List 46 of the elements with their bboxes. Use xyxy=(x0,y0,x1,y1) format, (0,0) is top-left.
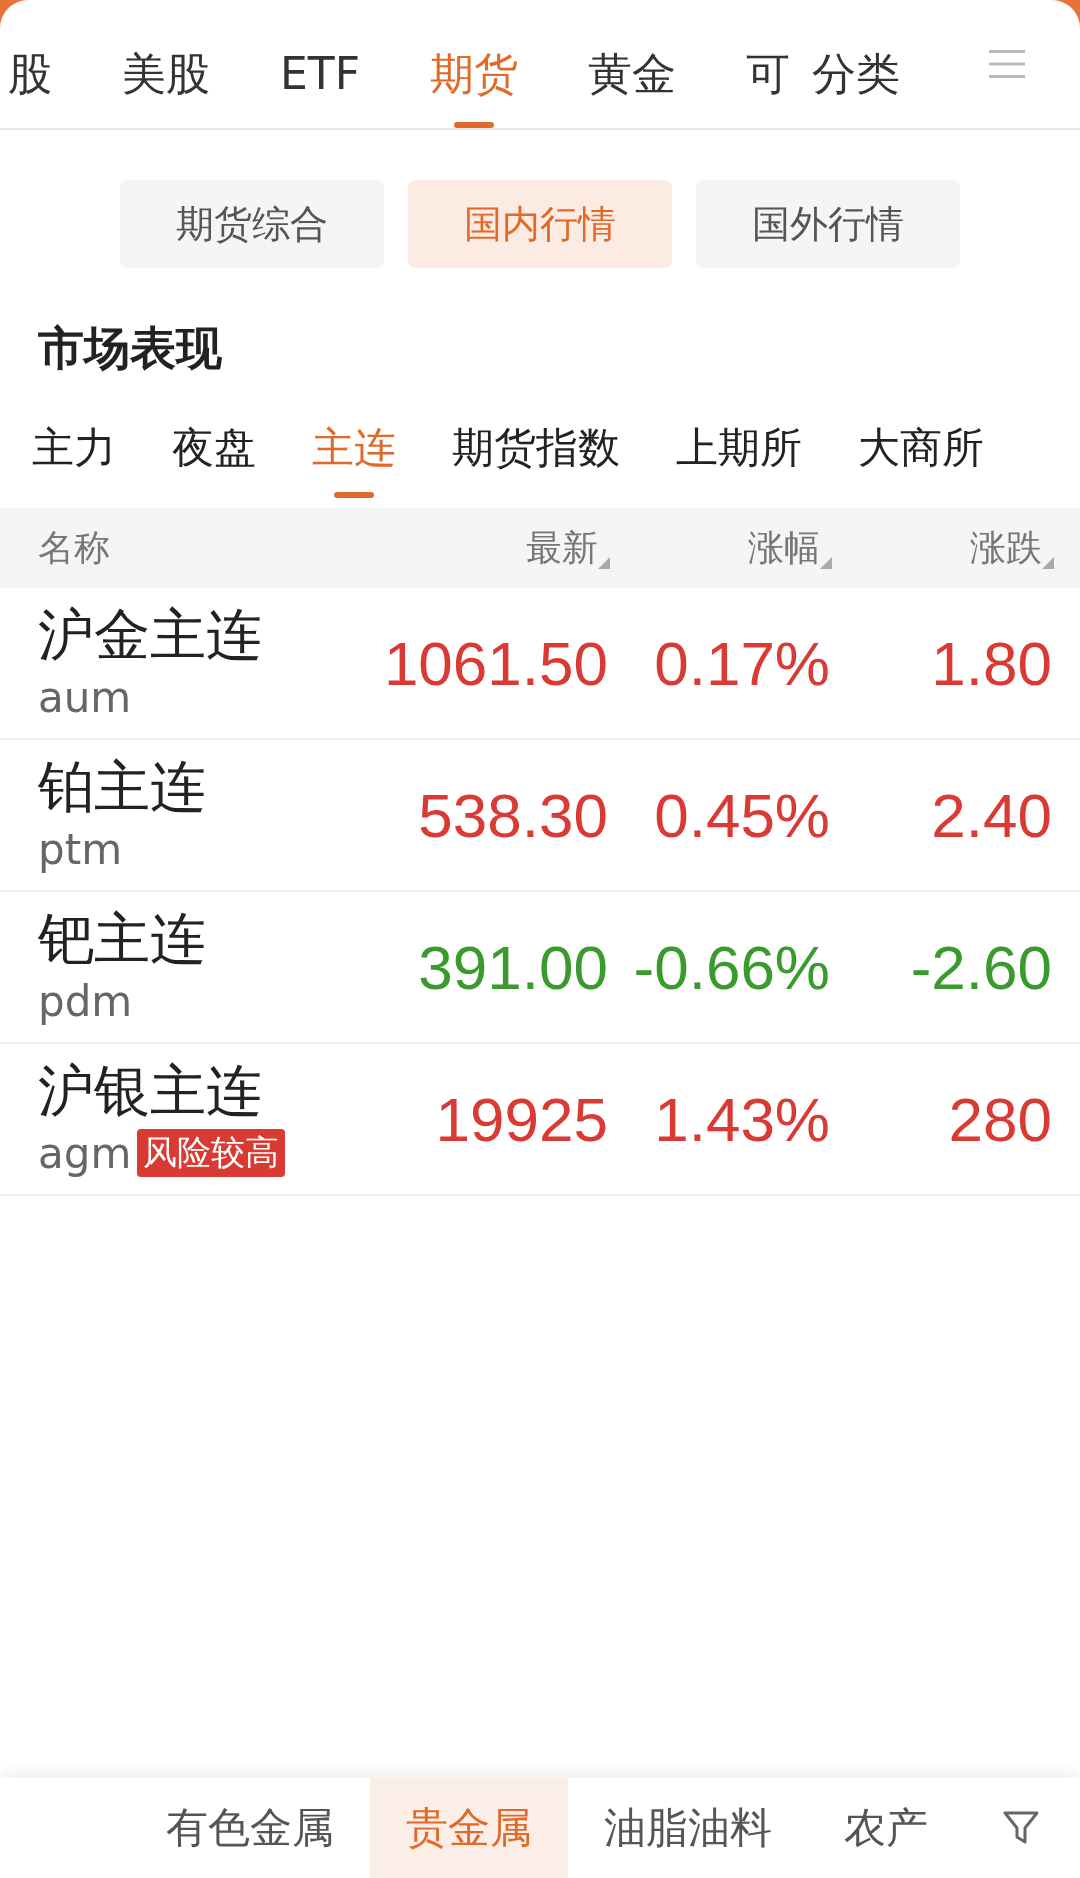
top-tab[interactable]: 黄金 xyxy=(588,46,676,128)
sort-icon[interactable] xyxy=(598,556,610,569)
change-percent: 1.43% xyxy=(653,1083,830,1155)
segment-button[interactable]: 国外行情 xyxy=(696,180,960,268)
segment-button[interactable]: 期货综合 xyxy=(120,180,384,268)
latest-price: 538.30 xyxy=(417,779,608,851)
sort-icon[interactable] xyxy=(820,556,832,569)
price-change: 2.40 xyxy=(930,779,1052,851)
latest-price: 1061.50 xyxy=(382,627,608,699)
top-tab[interactable]: 美股 xyxy=(122,46,210,128)
sub-tab[interactable]: 上期所 xyxy=(676,422,802,498)
price-change: 1.80 xyxy=(930,627,1052,699)
instrument-code: aum xyxy=(38,672,132,722)
price-change: -2.60 xyxy=(909,931,1052,1003)
section-title: 市场表现 xyxy=(37,320,223,377)
change-percent: 0.17% xyxy=(653,627,830,699)
instrument-name: 沪银主连 xyxy=(38,1057,263,1125)
top-tab[interactable]: 可 xyxy=(746,46,790,128)
latest-price: 19925 xyxy=(434,1083,608,1155)
sub-tab[interactable]: 夜盘 xyxy=(172,422,256,498)
sub-tab[interactable]: 大商所 xyxy=(858,422,984,498)
column-header[interactable]: 涨幅 xyxy=(748,523,820,573)
column-header[interactable]: 名称 xyxy=(38,523,110,573)
instrument-name: 沪金主连 xyxy=(38,601,263,669)
top-tab[interactable]: 分类 xyxy=(812,46,900,128)
top-tab[interactable]: 股 xyxy=(8,46,52,128)
latest-price: 391.00 xyxy=(417,931,608,1003)
instrument-code: agm xyxy=(38,1128,132,1178)
risk-badge: 风险较高 xyxy=(137,1129,286,1177)
change-percent: 0.45% xyxy=(653,779,830,851)
column-header[interactable]: 涨跌 xyxy=(970,523,1042,573)
sub-tab[interactable]: 主力 xyxy=(32,422,116,498)
instrument-name: 钯主连 xyxy=(38,905,207,973)
category-tab[interactable]: 油脂油料 xyxy=(568,1778,808,1878)
category-tab[interactable]: 农产 xyxy=(808,1778,964,1878)
category-tab[interactable]: 有色金属 xyxy=(130,1778,370,1878)
change-percent: -0.66% xyxy=(632,931,830,1003)
instrument-code: pdm xyxy=(38,976,133,1026)
price-change: 280 xyxy=(947,1083,1052,1155)
sub-tab[interactable]: 期货指数 xyxy=(452,422,620,498)
top-tab[interactable]: ETF xyxy=(280,46,360,128)
menu-icon[interactable] xyxy=(989,49,1025,79)
sort-icon[interactable] xyxy=(1042,556,1054,569)
column-header[interactable]: 最新 xyxy=(526,523,598,573)
instrument-name: 铂主连 xyxy=(38,753,207,821)
instrument-code: ptm xyxy=(38,824,123,874)
